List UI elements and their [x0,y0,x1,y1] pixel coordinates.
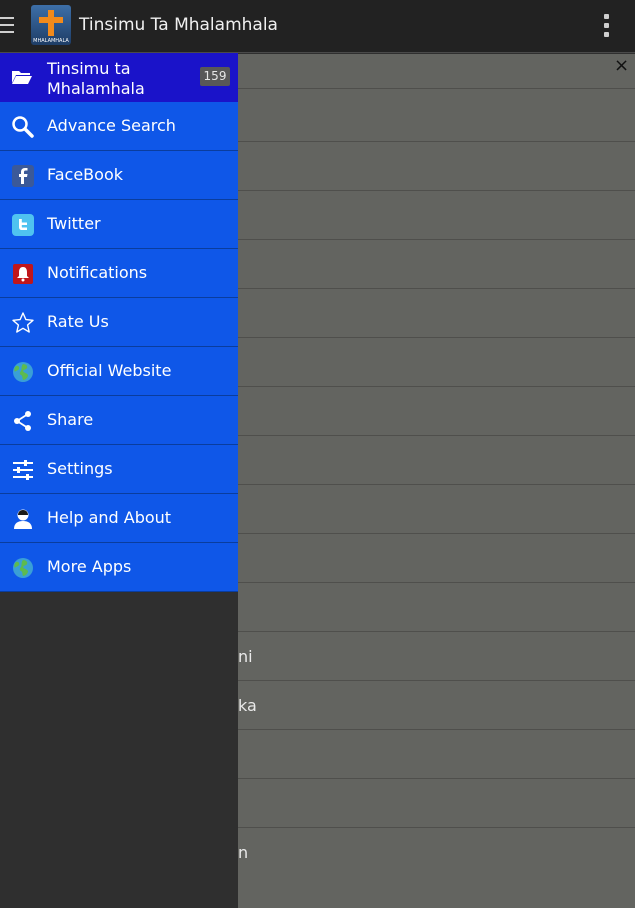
list-item-fragment[interactable]: ni [238,647,253,666]
app-bar: MHALAMHALA Tinsimu Ta Mhalamhala [0,0,635,53]
search-icon [11,115,35,139]
menu-item-label: Help and About [47,508,172,527]
row-divider [238,484,635,485]
menu-item-advance-search[interactable]: Advance Search [0,102,238,151]
globe-icon [11,556,35,580]
menu-item-help-and-about[interactable]: Help and About [0,494,238,543]
app-title: Tinsimu Ta Mhalamhala [79,15,278,35]
row-divider [238,827,635,828]
menu-item-official-website[interactable]: Official Website [0,347,238,396]
navigation-drawer: Tinsimu ta Mhalamhala 159 Advance Search… [0,53,238,908]
close-icon[interactable]: × [614,56,629,76]
menu-item-twitter[interactable]: Twitter [0,200,238,249]
row-divider [238,337,635,338]
row-divider [238,288,635,289]
menu-item-label: Official Website [47,361,172,380]
overflow-menu-icon[interactable] [604,14,610,38]
menu-item-facebook[interactable]: FaceBook [0,151,238,200]
song-count-badge: 159 [200,67,230,86]
row-divider [238,680,635,681]
row-divider [238,631,635,632]
menu-item-settings[interactable]: Settings [0,445,238,494]
menu-item-notifications[interactable]: Notifications [0,249,238,298]
twitter-icon [11,213,35,237]
drawer-header[interactable]: Tinsimu ta Mhalamhala 159 [0,53,238,102]
menu-item-share[interactable]: Share [0,396,238,445]
menu-item-more-apps[interactable]: More Apps [0,543,238,592]
row-divider [238,729,635,730]
row-divider [238,88,635,89]
menu-item-label: Share [47,410,94,429]
drawer-header-title: Tinsimu ta Mhalamhala [47,59,145,98]
menu-item-label: Advance Search [47,116,176,135]
menu-item-label: FaceBook [47,165,123,184]
logo-text: MHALAMHALA [33,38,69,44]
row-divider [238,190,635,191]
hamburger-menu-icon[interactable] [0,17,14,35]
app-logo[interactable]: MHALAMHALA [31,5,71,45]
menu-item-rate-us[interactable]: Rate Us [0,298,238,347]
menu-item-label: More Apps [47,557,132,576]
menu-item-label: Notifications [47,263,148,282]
bell-icon [11,262,35,286]
list-item-fragment[interactable]: n [238,843,248,862]
folder-icon [12,69,32,84]
row-divider [238,239,635,240]
globe-icon [11,360,35,384]
row-divider [238,435,635,436]
facebook-icon [11,164,35,188]
menu-item-label: Twitter [47,214,101,233]
row-divider [238,778,635,779]
menu-item-label: Settings [47,459,113,478]
row-divider [238,386,635,387]
share-icon [11,409,35,433]
sliders-icon [11,458,35,482]
star-icon [11,311,35,335]
row-divider [238,533,635,534]
person-icon [11,507,35,531]
row-divider [238,582,635,583]
row-divider [238,141,635,142]
list-item-fragment[interactable]: ka [238,696,257,715]
menu-item-label: Rate Us [47,312,109,331]
